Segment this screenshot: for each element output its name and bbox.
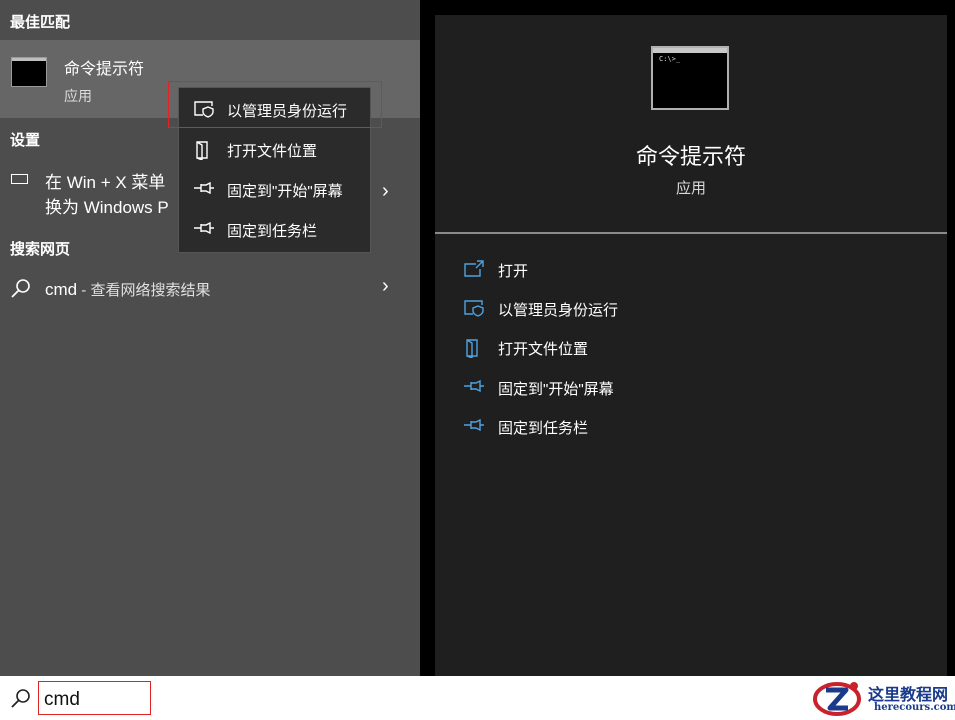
preview-app-type: 应用	[675, 180, 706, 197]
ctx-open-file-location[interactable]: 打开文件位置	[179, 130, 372, 168]
watermark: 这里教程网 herecours.com	[806, 676, 955, 720]
folder-location-icon	[196, 141, 208, 160]
pin-icon	[194, 221, 214, 235]
pin-icon	[194, 181, 214, 195]
settings-heading: 设置	[10, 132, 41, 149]
annotation-highlight-box	[38, 681, 151, 715]
action-pin-to-taskbar[interactable]: 固定到任务栏	[463, 411, 923, 441]
site-logo-icon	[813, 682, 861, 716]
action-open[interactable]: 打开	[463, 254, 923, 284]
app-preview-pane: C:\>_ 命令提示符 应用 打开 以管理员身份运行 打开文件位置 固定到"开始…	[435, 15, 947, 676]
watermark-url: herecours.com	[874, 702, 955, 713]
pin-icon	[464, 418, 484, 432]
cmd-app-icon	[11, 57, 47, 87]
preview-app-name: 命令提示符	[635, 144, 746, 169]
cmd-large-icon: C:\>_	[651, 46, 729, 110]
open-icon	[464, 260, 484, 277]
ctx-pin-to-taskbar[interactable]: 固定到任务栏	[179, 210, 372, 248]
preview-divider	[435, 232, 947, 234]
web-search-result-item[interactable]: cmd - 查看网络搜索结果 ›	[0, 272, 420, 308]
search-icon	[11, 689, 30, 708]
web-search-result-text: cmd - 查看网络搜索结果	[45, 280, 211, 299]
best-match-name: 命令提示符	[64, 61, 145, 78]
ctx-pin-to-start[interactable]: 固定到"开始"屏幕	[179, 170, 372, 208]
setting-result-text: 在 Win + X 菜单 换为 Windows P	[45, 173, 169, 217]
annotation-highlight-box	[168, 81, 382, 128]
best-match-heading: 最佳匹配	[10, 14, 71, 31]
pin-icon	[464, 379, 484, 393]
folder-location-icon	[466, 339, 478, 358]
action-run-as-admin[interactable]: 以管理员身份运行	[463, 293, 923, 323]
action-open-file-location[interactable]: 打开文件位置	[463, 332, 923, 362]
chevron-right-icon[interactable]: ›	[382, 180, 389, 203]
web-search-heading: 搜索网页	[10, 241, 71, 258]
keyboard-icon	[11, 174, 28, 184]
action-pin-to-start[interactable]: 固定到"开始"屏幕	[463, 372, 923, 402]
search-icon	[11, 279, 30, 298]
best-match-type: 应用	[64, 88, 92, 104]
shield-window-icon	[464, 300, 484, 317]
chevron-right-icon[interactable]: ›	[382, 275, 389, 298]
